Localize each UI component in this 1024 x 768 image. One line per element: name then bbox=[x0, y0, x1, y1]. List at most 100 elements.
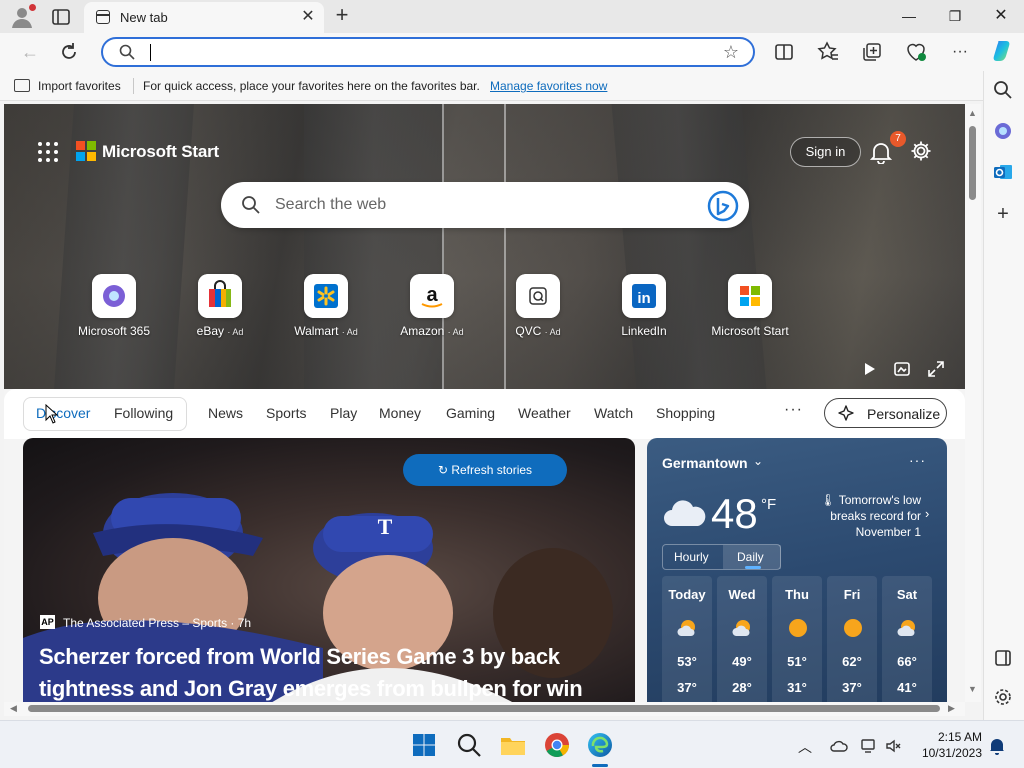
outlook-icon[interactable] bbox=[992, 161, 1014, 183]
tab-sports[interactable]: Sports bbox=[266, 405, 306, 421]
bing-chat-icon[interactable] bbox=[707, 190, 739, 222]
microsoft-365-icon[interactable] bbox=[992, 120, 1014, 142]
svg-text:T: T bbox=[378, 514, 393, 539]
address-input[interactable] bbox=[153, 42, 713, 62]
volume-muted-icon[interactable] bbox=[884, 737, 902, 755]
scroll-up-icon[interactable]: ▲ bbox=[968, 108, 977, 118]
tab-following[interactable]: Following bbox=[114, 405, 173, 421]
horizontal-scroll-thumb[interactable] bbox=[28, 705, 940, 712]
tab-gaming[interactable]: Gaming bbox=[446, 405, 495, 421]
horizontal-scrollbar[interactable]: ◀ ▶ bbox=[4, 702, 965, 716]
gear-icon[interactable] bbox=[910, 140, 932, 162]
forecast-low: 31° bbox=[787, 680, 807, 695]
tab-weather[interactable]: Weather bbox=[518, 405, 571, 421]
tab-new-tab[interactable]: New tab ✕ bbox=[84, 2, 324, 33]
refresh-stories-button[interactable]: ↻ Refresh stories bbox=[403, 454, 567, 486]
feed-navigation: Discover Following News Sports Play Mone… bbox=[4, 389, 965, 439]
lead-story-card[interactable]: T ↻ Refresh stories AP The Associated Pr… bbox=[23, 438, 635, 702]
story-source[interactable]: The Associated Press – Sports · 7h bbox=[63, 616, 251, 630]
sign-in-button[interactable]: Sign in bbox=[790, 137, 861, 167]
address-bar[interactable]: ☆ bbox=[101, 37, 755, 67]
forecast-day[interactable]: Sat 66° 41° bbox=[882, 576, 932, 702]
sidebar-settings-icon[interactable] bbox=[992, 686, 1014, 708]
quick-link-amazon[interactable]: a Amazon · Ad bbox=[379, 274, 485, 344]
notifications-bell-icon[interactable] bbox=[870, 140, 892, 164]
vertical-scroll-thumb[interactable] bbox=[969, 126, 976, 200]
search-icon[interactable] bbox=[455, 731, 483, 759]
settings-more-icon[interactable]: ··· bbox=[946, 38, 974, 66]
quick-link-walmart[interactable]: Walmart · Ad bbox=[273, 274, 379, 344]
play-background-icon[interactable] bbox=[860, 360, 878, 378]
forecast-high: 62° bbox=[842, 654, 862, 669]
windows-start-icon[interactable] bbox=[410, 731, 438, 759]
chevron-down-icon[interactable]: ⌄ bbox=[753, 454, 763, 468]
scroll-right-icon[interactable]: ▶ bbox=[948, 703, 955, 714]
import-favorites-button[interactable]: Import favorites bbox=[38, 79, 121, 93]
story-title[interactable]: Scherzer forced from World Series Game 3… bbox=[39, 641, 629, 702]
split-screen-icon[interactable] bbox=[772, 40, 796, 64]
web-search-box[interactable] bbox=[221, 182, 749, 228]
system-clock[interactable]: 2:15 AM 10/31/2023 bbox=[912, 729, 982, 761]
vertical-scrollbar[interactable]: ▲ ▼ bbox=[965, 104, 981, 702]
favorites-icon[interactable] bbox=[816, 40, 840, 64]
tab-daily[interactable]: Daily bbox=[737, 550, 764, 564]
show-hidden-icons-icon[interactable]: ︿ bbox=[798, 737, 816, 755]
manage-favorites-link[interactable]: Manage favorites now bbox=[490, 79, 607, 93]
change-background-icon[interactable] bbox=[893, 360, 911, 378]
amazon-logo-icon: a bbox=[410, 274, 454, 318]
quick-link-linkedin[interactable]: in LinkedIn bbox=[591, 274, 697, 344]
tab-actions-icon[interactable] bbox=[50, 6, 72, 28]
tab-money[interactable]: Money bbox=[379, 405, 421, 421]
notification-bell-icon[interactable] bbox=[988, 737, 1006, 755]
quick-link-microsoft-start[interactable]: Microsoft Start bbox=[697, 274, 803, 344]
edge-icon[interactable] bbox=[586, 731, 614, 759]
apps-launcher-icon[interactable] bbox=[38, 142, 58, 162]
weather-alert[interactable]: 🌡 Tomorrow's low breaks record for Novem… bbox=[809, 492, 921, 540]
onedrive-icon[interactable] bbox=[830, 737, 848, 755]
tab-play[interactable]: Play bbox=[330, 405, 357, 421]
more-tabs-button[interactable]: ··· bbox=[784, 401, 803, 419]
file-explorer-icon[interactable] bbox=[499, 731, 527, 759]
chevron-right-icon[interactable]: › bbox=[925, 506, 929, 521]
collections-icon[interactable] bbox=[860, 40, 884, 64]
quick-link-ebay[interactable]: eBay · Ad bbox=[167, 274, 273, 344]
weather-more-icon[interactable]: ··· bbox=[909, 452, 926, 468]
restore-button[interactable]: ❐ bbox=[940, 4, 970, 28]
tab-watch[interactable]: Watch bbox=[594, 405, 633, 421]
web-search-input[interactable] bbox=[275, 194, 695, 216]
expand-icon[interactable] bbox=[927, 360, 945, 378]
weather-location[interactable]: Germantown bbox=[662, 455, 748, 471]
sparkle-icon bbox=[838, 405, 854, 421]
quick-link-qvc[interactable]: QVC · Ad bbox=[485, 274, 591, 344]
close-window-button[interactable]: ✕ bbox=[986, 4, 1016, 28]
hide-sidebar-icon[interactable] bbox=[992, 647, 1014, 669]
favorite-star-icon[interactable]: ☆ bbox=[723, 42, 739, 63]
forecast-day[interactable]: Today 53° 37° bbox=[662, 576, 712, 702]
tab-news[interactable]: News bbox=[208, 405, 243, 421]
back-button[interactable]: ← bbox=[16, 38, 44, 66]
new-tab-button[interactable]: + bbox=[330, 4, 354, 28]
forecast-day[interactable]: Thu 51° 31° bbox=[772, 576, 822, 702]
search-icon[interactable] bbox=[992, 79, 1014, 101]
forecast-day[interactable]: Fri 62° 37° bbox=[827, 576, 877, 702]
network-icon[interactable] bbox=[860, 737, 878, 755]
tab-hourly[interactable]: Hourly bbox=[674, 550, 709, 564]
chrome-icon[interactable] bbox=[543, 731, 571, 759]
tab-close-icon[interactable]: ✕ bbox=[298, 7, 318, 27]
personalize-button[interactable]: Personalize bbox=[824, 398, 947, 428]
scroll-down-icon[interactable]: ▼ bbox=[968, 684, 977, 694]
search-icon bbox=[119, 44, 135, 60]
scroll-left-icon[interactable]: ◀ bbox=[10, 703, 17, 714]
quick-link-microsoft-365[interactable]: Microsoft 365 bbox=[61, 274, 167, 344]
add-sidebar-app-icon[interactable]: + bbox=[992, 203, 1014, 225]
copilot-icon[interactable] bbox=[990, 38, 1016, 64]
brand-title[interactable]: Microsoft Start bbox=[102, 142, 219, 162]
windows-taskbar: ︿ 2:15 AM 10/31/2023 bbox=[0, 720, 1024, 768]
microsoft-logo-icon bbox=[728, 274, 772, 318]
minimize-button[interactable]: — bbox=[894, 4, 924, 28]
weather-card[interactable]: Germantown ⌄ ··· 48 °F 🌡 Tomorrow's low … bbox=[647, 438, 947, 702]
forecast-day[interactable]: Wed 49° 28° bbox=[717, 576, 767, 702]
tab-shopping[interactable]: Shopping bbox=[656, 405, 715, 421]
refresh-icon[interactable] bbox=[58, 41, 80, 63]
browser-essentials-icon[interactable] bbox=[904, 40, 928, 64]
